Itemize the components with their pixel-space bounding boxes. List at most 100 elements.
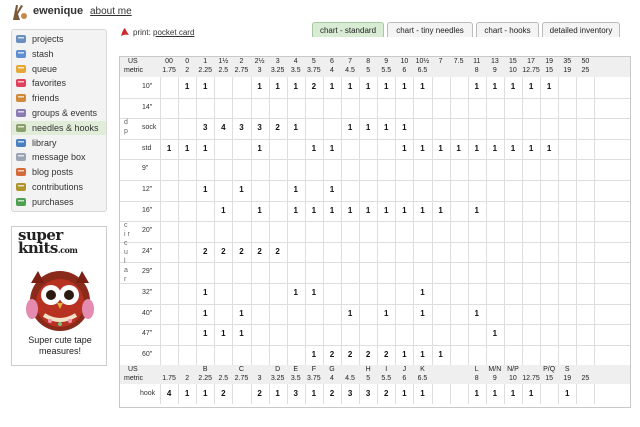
hook-letter-label: P/Q [543, 366, 556, 374]
needle-count: 1 [438, 143, 443, 153]
needle-count: 1 [239, 308, 244, 318]
superknits-ad[interactable]: super knits.com Super cute tape measures… [11, 226, 107, 366]
ravelry-logo-icon[interactable] [8, 2, 30, 22]
us-size-label: 3 [275, 58, 280, 65]
us-size-label: 8 [366, 58, 371, 65]
hook-column-divider [413, 384, 415, 405]
sidebar-item-groups-events[interactable]: groups & events [12, 106, 106, 120]
column-divider [558, 77, 560, 366]
sidebar-item-purchases[interactable]: purchases [12, 195, 106, 209]
metric-size-label: 4.5 [345, 67, 355, 74]
needle-count: 1 [347, 205, 353, 215]
sidebar-item-message-box[interactable]: message box [12, 150, 106, 164]
sidebar-item-label: purchases [32, 196, 74, 207]
column-divider [286, 77, 288, 366]
hook-letter-label: B [202, 366, 208, 374]
ad-logo: super knits.com [18, 228, 106, 257]
hook-row-label: hook [140, 390, 156, 398]
sidebar-item-blog-posts[interactable]: blog posts [12, 165, 106, 179]
tab-chart-standard[interactable]: chart - standard [312, 22, 384, 37]
metric-size-label: 25 [581, 67, 590, 74]
circular-section-label: c i r c u l a r [124, 222, 130, 284]
needle-count: 1 [384, 205, 389, 215]
needle-count: 1 [420, 288, 425, 297]
tab-detailed-inventory[interactable]: detailed inventory [542, 22, 620, 37]
us-size-label: 7.5 [453, 58, 464, 65]
needle-count: 1 [384, 308, 389, 318]
metric-size-label: 2.75 [234, 67, 249, 74]
row-label: 16" [142, 206, 153, 214]
metric-size-label: 2 [185, 67, 190, 74]
metric-size-label: 2.25 [198, 67, 213, 74]
pdf-icon[interactable] [120, 27, 130, 37]
metric-size-label: 3.75 [307, 67, 321, 74]
needle-count: 1 [420, 143, 425, 153]
needle-count: 1 [510, 143, 516, 153]
needle-count: 1 [492, 143, 498, 153]
metric-size-label: 3 [257, 67, 262, 74]
projects-icon [15, 33, 27, 45]
hook-column-divider [522, 384, 523, 405]
sidebar-item-projects[interactable]: projects [12, 32, 106, 46]
hook-letter-label: H [365, 366, 371, 374]
row-label: 47" [142, 330, 153, 338]
row-label: 32" [142, 289, 153, 296]
needle-count: 1 [438, 205, 443, 215]
hook-count: 1 [311, 389, 317, 399]
tab-chart-tiny-needles[interactable]: chart - tiny needles [387, 22, 473, 37]
sidebar-item-queue[interactable]: queue [12, 62, 106, 76]
needle-count: 1 [257, 205, 262, 215]
hook-count: 2 [384, 389, 389, 399]
contributions-icon [15, 181, 27, 193]
needle-count: 1 [528, 82, 534, 91]
sidebar-nav: projects stash queue favorites friends groups… [11, 29, 107, 212]
needle-count: 1 [365, 123, 371, 133]
needle-count: 2 [347, 349, 353, 359]
needle-count: 1 [510, 82, 516, 91]
needle-count: 1 [293, 288, 298, 297]
tab-chart-hooks[interactable]: chart - hooks [476, 22, 539, 37]
heart-icon [15, 77, 27, 89]
hook-count: 4 [166, 389, 172, 399]
needle-count: 2 [275, 123, 280, 133]
metric-size-label: 19 [563, 67, 572, 74]
hook-metric-size-label: 6.5 [417, 375, 428, 383]
row-label: 29" [142, 268, 153, 276]
column-divider [485, 77, 487, 366]
sidebar-item-stash[interactable]: stash [12, 47, 106, 61]
username[interactable]: ewenique [33, 5, 83, 17]
needle-count: 1 [402, 143, 407, 153]
about-me-link[interactable]: about me [90, 6, 132, 17]
hook-metric-size-label: 2 [185, 375, 190, 383]
us-size-label: 50 [581, 58, 590, 65]
sidebar-item-needles-hooks[interactable]: needles & hooks [12, 120, 106, 135]
sidebar-item-library[interactable]: library [12, 136, 106, 150]
needle-count: 1 [184, 143, 190, 153]
column-divider [178, 77, 180, 366]
pocket-card-link[interactable]: pocket card [153, 28, 194, 37]
sidebar-item-favorites[interactable]: favorites [12, 76, 106, 90]
hook-letter-label: L [474, 366, 479, 374]
hook-metric-size-label: 2.25 [198, 375, 213, 383]
hook-count: 1 [420, 389, 425, 399]
print-label: print: pocket card [133, 28, 194, 37]
hook-metric-size-label: 5.5 [381, 375, 392, 383]
needle-count: 1 [384, 82, 389, 91]
needle-count: 1 [546, 82, 552, 91]
sidebar-item-contributions[interactable]: contributions [12, 180, 106, 194]
needle-count: 1 [239, 185, 244, 194]
needle-count: 1 [365, 205, 371, 215]
hook-column-divider [395, 384, 397, 405]
us-size-label: 5 [311, 58, 316, 65]
needle-count: 1 [402, 82, 407, 91]
metric-size-label: 6 [402, 67, 407, 74]
column-divider [232, 77, 234, 366]
us-size-label: 2 [239, 58, 244, 65]
needle-count: 1 [293, 205, 298, 215]
sidebar-item-friends[interactable]: friends [12, 91, 106, 105]
needle-count: 1 [221, 205, 226, 215]
sidebar-item-label: library [32, 137, 57, 148]
metric-size-label: 4 [329, 67, 334, 74]
hook-count: 3 [347, 389, 353, 399]
us-size-label: 13 [490, 58, 499, 65]
